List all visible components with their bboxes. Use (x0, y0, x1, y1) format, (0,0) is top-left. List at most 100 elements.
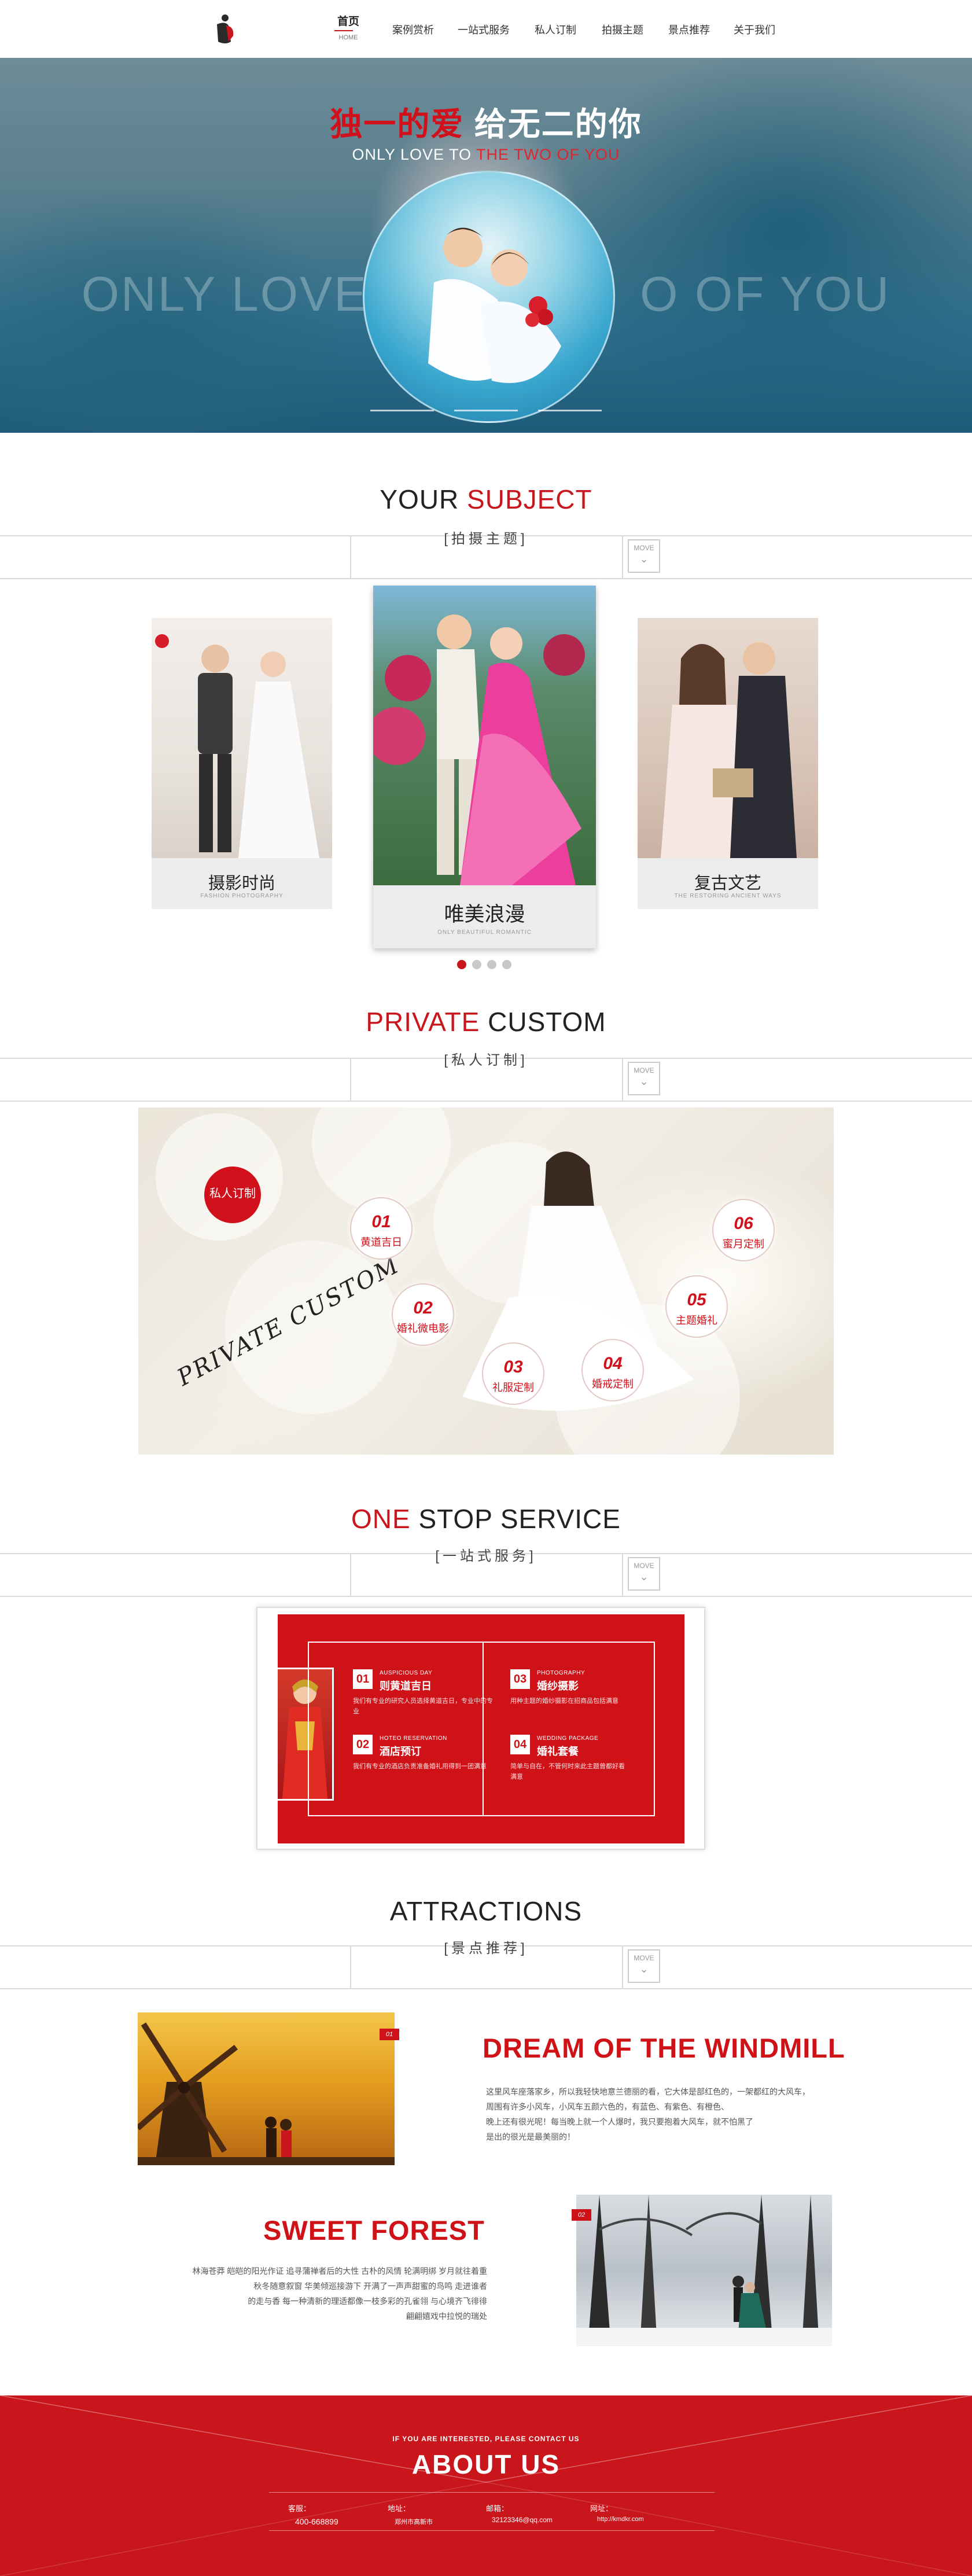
custom-more-button[interactable]: MOVE ⌄ (628, 1062, 660, 1095)
forest-desc-line: 林海苍莽 皑皑的阳光作证 追寻蒲禅者后的大性 古朴的风情 轮满明绑 岁月就往着重 (192, 2266, 487, 2276)
footer-tagline: IF YOU ARE INTERESTED, PLEASE CONTACT US (392, 2435, 580, 2443)
windmill-desc-line: 这里风车座落家乡，所以我轻快地意兰德丽的看，它大体是部红色的，一架都红的大风车， (486, 2087, 810, 2096)
service-item-desc: 我们有专业的研究人员选择黄道吉日，专业中的专业 (353, 1698, 493, 1715)
carousel-dot-active[interactable] (457, 960, 466, 969)
subject-card-title: 唯美浪漫 (444, 903, 525, 926)
footer-website[interactable]: http://kmdkr.com (597, 2516, 644, 2523)
subject-section-title: YOUR SUBJECT (0, 484, 972, 515)
hero-subtitle: ONLY LOVE TO THE TWO OF YOU (0, 146, 972, 164)
subject-card-subtitle: ONLY BEAUTIFUL ROMANTIC (437, 929, 532, 936)
forest-tag: 02 (572, 2209, 591, 2221)
footer-email[interactable]: 32123346@qq.com (492, 2516, 553, 2524)
subject-card-title: 摄影时尚 (208, 874, 275, 893)
custom-item-number: 01 (371, 1212, 391, 1231)
subject-title-red: SUBJECT (467, 484, 592, 514)
forest-title[interactable]: SWEET FOREST (263, 2214, 485, 2246)
custom-item-number: 04 (603, 1354, 623, 1373)
custom-item-ring[interactable]: 04 婚戒定制 (581, 1339, 644, 1401)
divider (0, 1101, 972, 1102)
hero-slide-indicator-1[interactable] (370, 410, 434, 411)
service-more-button[interactable]: MOVE ⌄ (628, 1557, 660, 1591)
footer-address: 郑州市高新市 (395, 2519, 433, 2526)
custom-item-dress[interactable]: 03 礼服定制 (482, 1342, 544, 1405)
service-item-en: PHOTOGRAPHY (537, 1670, 586, 1676)
more-label: MOVE (634, 1066, 654, 1074)
service-item-number: 04 (510, 1735, 530, 1754)
footer: IF YOU ARE INTERESTED, PLEASE CONTACT US… (0, 2395, 972, 2576)
carousel-dot[interactable] (487, 960, 496, 969)
footer-email-label: 邮箱： (486, 2504, 509, 2513)
windmill-title[interactable]: DREAM OF THE WINDMILL (483, 2032, 845, 2064)
custom-item-number: 02 (413, 1298, 433, 1318)
attractions-section-title: ATTRACTIONS (389, 1896, 583, 1926)
windmill-photo[interactable] (138, 2012, 395, 2165)
hero-slide-indicator-3[interactable] (538, 410, 602, 411)
custom-item-theme-wedding[interactable]: 05 主题婚礼 (665, 1275, 728, 1338)
subject-card-fashion[interactable]: 摄影时尚 FASHION PHOTOGRAPHY (152, 618, 332, 909)
hero-title-red: 独一的爱 (330, 106, 465, 142)
service-item-title: 婚纱摄影 (537, 1680, 579, 1692)
custom-item-honeymoon[interactable]: 06 蜜月定制 (712, 1199, 775, 1261)
footer-phone[interactable]: 400-668899 (295, 2517, 338, 2526)
nav-item-themes[interactable]: 拍摄主题 (602, 22, 643, 37)
divider (0, 1988, 972, 1989)
custom-item-label: 礼服定制 (492, 1382, 534, 1393)
custom-item-wedding-film[interactable]: 02 婚礼微电影 (392, 1283, 454, 1346)
attractions-section-subtitle: [景点推荐] (444, 1941, 528, 1956)
subject-more-button[interactable]: MOVE ⌄ (628, 539, 660, 573)
divider (0, 578, 972, 579)
nav-item-home[interactable]: 首页 HOME (337, 13, 359, 41)
windmill-desc-line: 晚上还有很光呢！每当晚上就一个人爆时，我只要抱着大风车，就不怕黑了 (486, 2117, 753, 2126)
custom-item-label: 蜜月定制 (723, 1238, 764, 1250)
carousel-dot[interactable] (472, 960, 481, 969)
footer-website-label: 网址： (590, 2504, 613, 2513)
subject-card-photo (638, 618, 818, 858)
top-navigation: 首页 HOME 案例赏析 一站式服务 私人订制 拍摄主题 景点推荐 关于我们 (0, 0, 972, 58)
nav-active-indicator (334, 30, 353, 31)
custom-item-auspicious-day[interactable]: 01 黄道吉日 (350, 1197, 413, 1260)
custom-item-label: 婚戒定制 (592, 1378, 634, 1390)
service-panel-border (308, 1642, 655, 1816)
attractions-more-button[interactable]: MOVE ⌄ (628, 1949, 660, 1983)
hero-sub-red: THE TWO OF YOU (476, 146, 620, 163)
forest-desc-line: 的走与香 每一种清新的理适都像一枝多彩的孔雀翎 与心境齐飞徘徘 (248, 2297, 487, 2306)
forest-photo[interactable] (576, 2195, 832, 2346)
windmill-tag: 01 (380, 2029, 399, 2040)
custom-section-subtitle: [私人订制] (444, 1053, 528, 1068)
custom-section-title: PRIVATE CUSTOM (0, 1006, 972, 1037)
service-item-title: 婚礼套餐 (537, 1746, 579, 1757)
brand-logo[interactable] (211, 13, 239, 45)
service-title-red: ONE (351, 1504, 411, 1534)
hero-slide-indicator-2[interactable] (454, 410, 518, 411)
footer-decoration (0, 2395, 972, 2576)
subject-card-romantic[interactable]: 唯美浪漫 ONLY BEAUTIFUL ROMANTIC (367, 586, 596, 948)
footer-address-label: 地址： (388, 2504, 411, 2513)
subject-card-photo (152, 618, 332, 858)
service-section-title: ONE STOP SERVICE (0, 1503, 972, 1534)
hero-title-white: 给无二的你 (474, 106, 642, 142)
custom-badge-label: 私人订制 (209, 1187, 256, 1200)
nav-item-private-custom[interactable]: 私人订制 (535, 22, 576, 37)
nav-item-attractions[interactable]: 景点推荐 (668, 22, 710, 37)
hero-banner: ONLY LOVE O OF YOU 独一的爱 给无二的你 ONLY LOVE T… (0, 58, 972, 433)
nav-item-label: 首页 (337, 16, 360, 28)
forest-desc-line: 秋冬随意叙窗 华美倾巡接游下 开满了一声声甜蜜的鸟鸣 走进谁者 (253, 2281, 487, 2291)
more-label: MOVE (634, 1954, 654, 1962)
custom-item-label: 主题婚礼 (676, 1315, 717, 1326)
subject-card-photo (367, 586, 596, 885)
custom-title-red: PRIVATE (366, 1007, 480, 1037)
service-item-desc: 我们有专业的酒店负责准备婚礼用得到一团满意 (353, 1763, 487, 1770)
footer-divider (269, 2530, 715, 2531)
footer-divider (269, 2492, 715, 2493)
hero-big-left: ONLY LOVE (81, 267, 369, 321)
service-item-number: 03 (510, 1669, 530, 1689)
nav-item-about[interactable]: 关于我们 (734, 22, 775, 37)
subject-card-retro[interactable]: 复古文艺 THE RESTORING ANCIENT WAYS (638, 618, 818, 909)
nav-item-one-stop[interactable]: 一站式服务 (458, 22, 510, 37)
nav-item-cases[interactable]: 案例赏析 (392, 22, 434, 37)
hero-title: 独一的爱 给无二的你 (0, 98, 972, 145)
service-item-title: 酒店预订 (380, 1746, 421, 1757)
custom-item-number: 05 (687, 1290, 706, 1309)
footer-title: ABOUT US (411, 2449, 561, 2479)
carousel-dot[interactable] (502, 960, 511, 969)
